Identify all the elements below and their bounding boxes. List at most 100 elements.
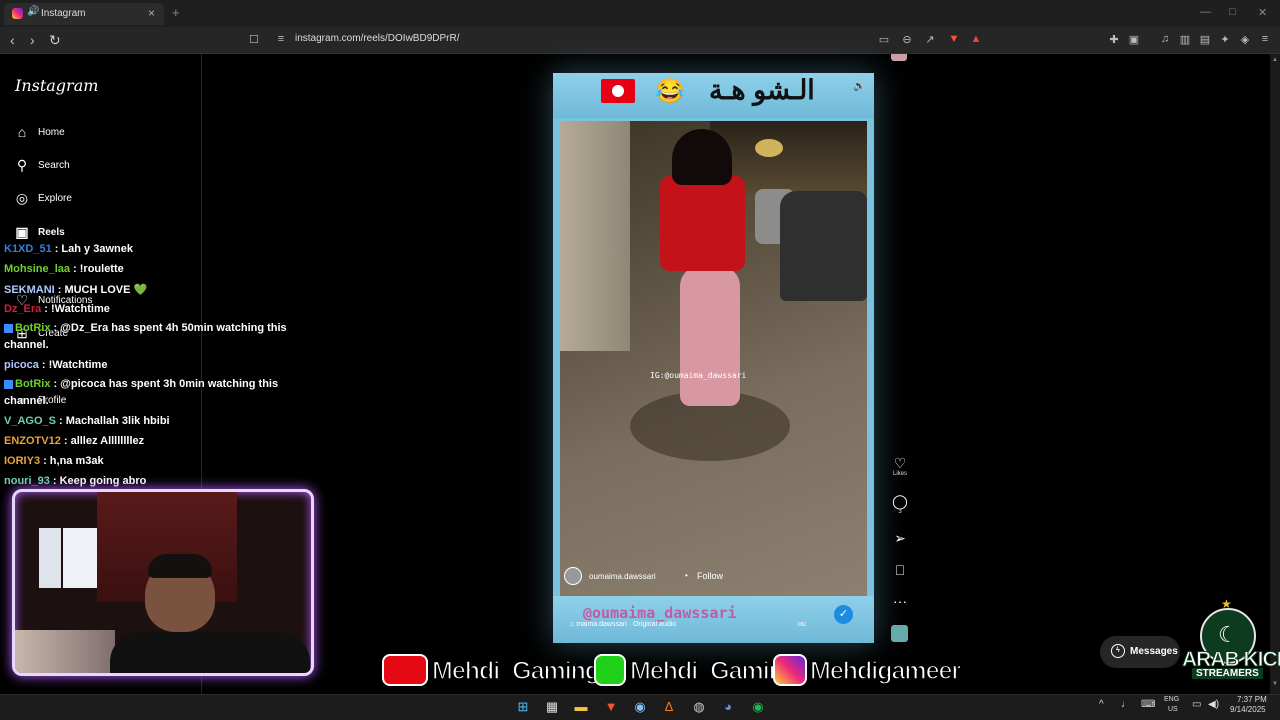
tray-chevron-icon[interactable]: ^ — [1099, 699, 1104, 710]
media-icon[interactable]: ♫ — [1158, 33, 1172, 45]
region-code[interactable]: US — [1168, 706, 1178, 713]
sidebar-item-label: Explore — [38, 193, 72, 204]
site-info-icon[interactable]: ≡ — [274, 33, 288, 45]
chat-username: SEKMANI — [4, 284, 55, 296]
chat-username: nouri_93 — [4, 475, 50, 487]
reload-button[interactable]: ↻ — [49, 32, 61, 49]
chat-text: : Lah y 3awnek — [54, 243, 133, 255]
brave-shield-icon[interactable]: ▼ — [947, 33, 961, 45]
store-icon[interactable]: ▦ — [542, 697, 562, 717]
spotify-icon[interactable]: ◉ — [748, 697, 768, 717]
brave-icon[interactable]: ▼ — [601, 697, 621, 717]
keyboard-icon[interactable]: ⌨ — [1141, 699, 1155, 710]
reel-audio-label[interactable]: ♫ maima.dawssari · Original audio — [569, 621, 676, 628]
sidebar-item-label: Reels — [38, 227, 65, 238]
save-button[interactable]: ⎕ — [890, 562, 910, 578]
webcam-overlay — [12, 489, 314, 676]
chat-message: IORIY3: h,na m3ak — [4, 455, 104, 467]
comment-icon: ◯ — [892, 493, 908, 509]
likes-label: Likes — [892, 471, 907, 477]
vpn-icon[interactable]: ◈ — [1238, 33, 1252, 46]
webcam-window — [39, 528, 61, 588]
minimize-icon[interactable]: — — [1200, 6, 1211, 18]
like-button[interactable]: ♡ Likes — [890, 455, 910, 477]
share-button[interactable]: ➢ — [890, 530, 910, 546]
wallet-icon[interactable]: ▤ — [1198, 33, 1212, 46]
street-light — [755, 139, 783, 157]
obs-icon[interactable]: ◍ — [689, 697, 709, 717]
volume-icon[interactable]: 🔊 — [853, 81, 865, 92]
extensions-icon[interactable]: ✚ — [1107, 33, 1121, 46]
reel-video-frame[interactable]: IG:@oumaima_dawssari oumaima.dawssari • … — [560, 121, 867, 596]
microphone-icon[interactable]: ♩ — [1121, 699, 1131, 710]
webcam-window — [63, 528, 97, 588]
new-tab-button[interactable]: + — [172, 5, 180, 20]
file-explorer-icon[interactable]: ▬ — [571, 697, 591, 717]
leo-ai-icon[interactable]: ✦ — [1218, 33, 1232, 46]
chat-text: channel. — [4, 339, 49, 351]
discord-icon[interactable]: ◕ — [718, 697, 738, 717]
follow-button[interactable]: Follow — [697, 571, 723, 581]
back-button[interactable]: ‹ — [10, 32, 15, 48]
chat-username: ENZOTV12 — [4, 435, 61, 447]
audio-thumbnail[interactable] — [891, 625, 908, 642]
chat-message: K1XD_51: Lah y 3awnek — [4, 243, 133, 255]
sidebar-item-label: Search — [38, 160, 70, 171]
heart-icon: ♡ — [893, 455, 907, 471]
avatar[interactable] — [564, 567, 582, 585]
chat-message: BotRix: @Dz_Era has spent 4h 50min watch… — [4, 322, 287, 334]
instagram-logo[interactable]: Instagram — [15, 76, 98, 95]
search-icon: ⚲ — [16, 157, 28, 173]
streamer-hair — [148, 554, 212, 578]
menu-icon[interactable]: ≡ — [1258, 33, 1272, 45]
speaker-icon[interactable]: 🔊 — [27, 6, 39, 17]
tunisia-flag-icon — [601, 79, 635, 103]
instagram-favicon-icon — [12, 8, 23, 19]
browser-tab[interactable]: 🔊 Instagram × — [4, 3, 164, 25]
language-code[interactable]: ENG — [1164, 696, 1179, 703]
previous-reel-thumbnail[interactable] — [891, 54, 907, 61]
chat-text: : !Watchtime — [41, 359, 108, 371]
steam-icon[interactable]: ◉ — [630, 697, 650, 717]
chat-text: : @Dz_Era has spent 4h 50min watching th… — [53, 322, 287, 334]
reel-video-card[interactable]: 😂 الـشو هـة 🔊 IG:@oumaima_dawssari oumai… — [553, 73, 874, 643]
chat-message: BotRix: @picoca has spent 3h 0min watchi… — [4, 378, 278, 390]
video-watermark: IG:@oumaima_dawssari — [650, 371, 747, 380]
parked-car — [780, 191, 867, 301]
separator-dot: • — [685, 571, 688, 580]
comment-button[interactable]: ◯ 3 — [890, 493, 910, 515]
reel-header-text: الـشو هـة — [709, 75, 815, 105]
cast-icon[interactable]: ▭ — [877, 33, 891, 46]
sidebar-toggle-icon[interactable]: ▥ — [1178, 33, 1192, 46]
page-scrollbar[interactable] — [1270, 54, 1280, 694]
more-options-button[interactable]: ··· — [890, 593, 910, 609]
app-icon[interactable]: Δ — [659, 697, 679, 717]
volume-icon[interactable]: ◀) — [1208, 699, 1219, 710]
tab-close-button[interactable]: × — [148, 6, 155, 20]
forward-button[interactable]: › — [30, 32, 35, 48]
window-close-icon[interactable]: ✕ — [1258, 6, 1267, 19]
crescent-icon: ☾ — [1218, 622, 1238, 647]
chat-text: : h,na m3ak — [43, 455, 104, 467]
chat-username: BotRix — [15, 322, 51, 334]
comment-count: 3 — [898, 509, 902, 515]
bookmark-icon[interactable]: ☐ — [247, 33, 261, 46]
network-icon[interactable]: ▭ — [1192, 699, 1201, 710]
brave-rewards-icon[interactable]: ▲ — [969, 33, 983, 45]
scroll-up-icon[interactable]: ▲ — [1272, 57, 1278, 63]
clock-time[interactable]: 7:37 PM — [1237, 695, 1267, 704]
zoom-icon[interactable]: ⊖ — [900, 33, 914, 46]
reel-username[interactable]: oumaima.dawssari — [589, 572, 656, 581]
share-icon[interactable]: ↗ — [923, 33, 937, 46]
tab-search-icon[interactable]: ▣ — [1127, 33, 1141, 46]
url-text[interactable]: instagram.com/reels/DOIwBD9DPrR/ — [295, 33, 459, 44]
messenger-icon: ϟ — [1111, 644, 1125, 658]
chat-message: Dz_Era: !Watchtime — [4, 303, 110, 315]
person-legs — [680, 266, 740, 406]
chat-text: : Machallah 3lik hbibi — [58, 415, 170, 427]
clock-date[interactable]: 9/14/2025 — [1230, 705, 1266, 714]
maximize-icon[interactable]: □ — [1229, 6, 1236, 18]
send-icon: ➢ — [894, 530, 906, 546]
windows-start-icon[interactable]: ⊞ — [513, 697, 533, 717]
messages-button[interactable]: ϟ Messages — [1100, 636, 1180, 668]
